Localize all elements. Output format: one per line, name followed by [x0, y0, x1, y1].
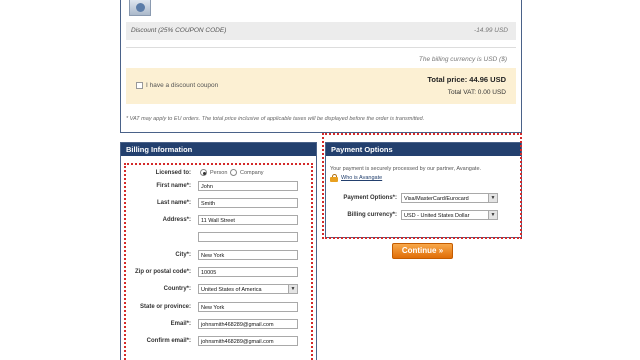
- divider: [126, 47, 516, 48]
- continue-button[interactable]: Continue »: [392, 243, 453, 259]
- billing-highlight: [124, 163, 313, 360]
- discount-label: Discount (25% COUPON CODE): [131, 27, 227, 34]
- product-box-icon: [129, 0, 151, 16]
- checkout-page: Discount (25% COUPON CODE) -14.99 USD Th…: [0, 0, 640, 360]
- vat-note: * VAT may apply to EU orders. The total …: [126, 116, 425, 122]
- total-price: Total price: 44.96 USD: [427, 75, 506, 84]
- coupon-checkbox[interactable]: [136, 82, 143, 89]
- totals-box: I have a discount coupon Total price: 44…: [126, 68, 516, 104]
- discount-amount: -14.99 USD: [474, 27, 508, 34]
- currency-note: The billing currency is USD ($): [418, 56, 507, 63]
- discount-row: Discount (25% COUPON CODE) -14.99 USD: [126, 22, 516, 40]
- payment-highlight: [322, 133, 522, 239]
- order-summary: Discount (25% COUPON CODE) -14.99 USD Th…: [120, 0, 522, 133]
- total-vat: Total VAT: 0.00 USD: [447, 89, 506, 96]
- billing-title: Billing Information: [121, 143, 316, 156]
- coupon-label[interactable]: I have a discount coupon: [146, 82, 218, 89]
